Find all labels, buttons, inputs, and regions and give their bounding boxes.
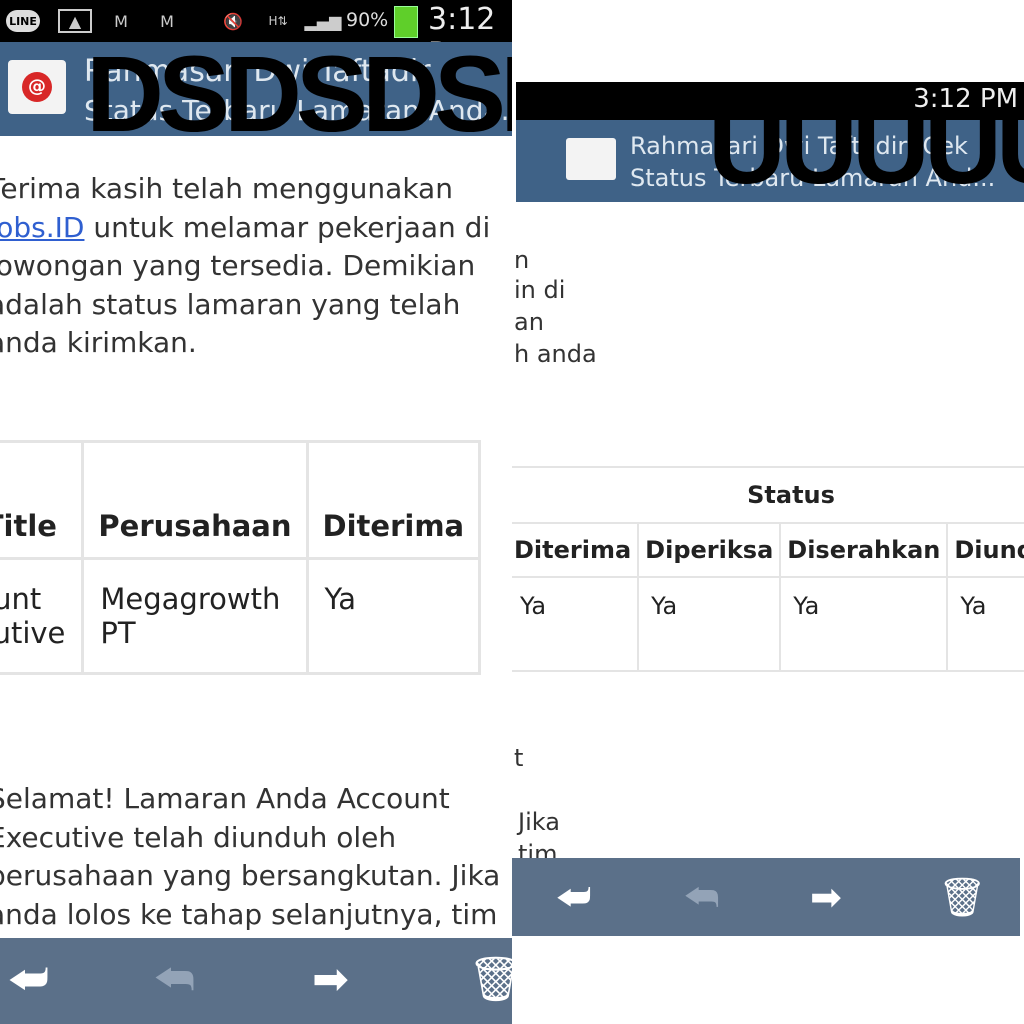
overlay-text: DSDSDSDSSSS (86, 33, 512, 154)
table-cell-job-title: Account Executive (0, 557, 85, 675)
col-diserahkan: Diserahkan (779, 522, 949, 578)
col-diunduh: Diunduh (946, 522, 1024, 578)
text-fragment: in di (514, 276, 566, 304)
table-cell-diterima: Ya (305, 557, 482, 675)
data-transfer-icon: H⇅ (268, 14, 288, 28)
value-diserahkan: Ya (779, 576, 949, 672)
value-diunduh: Ya (946, 576, 1024, 672)
line-app-icon: LINE (6, 10, 40, 32)
right-bottom-toolbar: ⮨ ⮪ ➡ 🗑 (512, 858, 1020, 936)
email-app-icon[interactable]: @ (8, 60, 66, 114)
reply-all-icon[interactable]: ⮪ (154, 958, 195, 1002)
status-table: Status Diterima Diperiksa Diserahkan Diu… (512, 466, 1024, 672)
reply-all-icon[interactable]: ⮪ (684, 878, 719, 916)
reply-icon[interactable]: ⮨ (8, 958, 49, 1002)
status-header-row: Status (512, 466, 1024, 524)
gallery-icon: ▲ (58, 9, 92, 33)
email-app-icon[interactable] (566, 138, 616, 180)
bottom-toolbar: ⮨ ⮪ ➡ 🗑 (0, 938, 512, 1024)
value-diperiksa: Ya (637, 576, 782, 672)
table-cell-company: Megagrowth PT (81, 557, 309, 675)
at-icon: @ (22, 72, 52, 102)
table-header-company: Perusahaan (81, 440, 309, 560)
table-header-row: No Job Title Perusahaan Diterima (0, 440, 482, 560)
col-diperiksa: Diperiksa (637, 522, 782, 578)
text-fragment: h anda (514, 340, 597, 368)
gmail-icon: M (114, 11, 128, 31)
table-header-job-title: Job Title (0, 440, 85, 560)
application-status-table: No Job Title Perusahaan Diterima Account… (0, 440, 482, 675)
mute-icon: 🔇 (223, 11, 243, 31)
table-row: Account Executive Megagrowth PT Ya (0, 557, 482, 675)
forward-icon[interactable]: ➡ (312, 958, 349, 1002)
signal-icon: ▂▄▆ (304, 11, 342, 31)
col-diterima: Diterima (512, 522, 640, 578)
table-header-diterima: Diterima (305, 440, 482, 560)
right-screenshot: 3:12 PM Rahmasari Dwi Taftadir, Cek Stat… (512, 0, 1024, 1024)
text-fragment: Jika (518, 808, 560, 836)
trash-icon[interactable]: 🗑 (938, 878, 986, 916)
text-fragment: an (514, 308, 544, 336)
intro-paragraph: Terima kasih telah menggunakan Jobs.ID u… (0, 170, 512, 363)
value-diterima: Ya (512, 576, 640, 672)
jobs-id-link[interactable]: Jobs.ID (0, 211, 84, 244)
text-fragment: n (514, 246, 530, 274)
gmail-icon: M (160, 11, 174, 31)
status-header: Status (512, 466, 1024, 524)
text-fragment: t (514, 744, 524, 772)
forward-icon[interactable]: ➡ (810, 878, 842, 916)
trash-icon[interactable]: 🗑 (468, 958, 512, 1002)
left-screenshot: LINE ▲ M M 🔇 H⇅ ▂▄▆ 90% 3:12 P @ Rahmasa… (0, 0, 512, 1024)
battery-percent: 90% (346, 9, 389, 31)
table-row: Ya Ya Ya Ya (512, 576, 1024, 672)
reply-icon[interactable]: ⮨ (556, 878, 591, 916)
right-overlay-text: UUUUUUUUMMMM (708, 85, 1024, 206)
congrats-paragraph: Selamat! Lamaran Anda Account Executive … (0, 782, 501, 931)
status-columns-row: Diterima Diperiksa Diserahkan Diunduh (512, 522, 1024, 578)
